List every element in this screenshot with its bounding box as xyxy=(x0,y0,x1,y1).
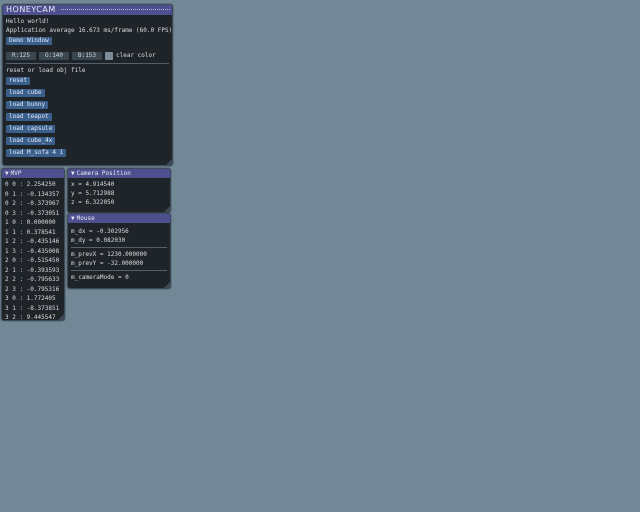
mvp-matrix-entry: 1 0 : 0.000000 xyxy=(5,219,56,226)
hello-text: Hello world! xyxy=(6,18,50,25)
camera-window-titlebar[interactable]: ▼ Camera Position xyxy=(68,169,170,178)
separator xyxy=(71,247,167,248)
camera-mode-value: m_cameraMode = 0 xyxy=(71,274,129,281)
resize-grip[interactable] xyxy=(58,314,64,320)
mvp-matrix-entry: 0 2 : -0.373967 xyxy=(5,200,60,207)
mvp-matrix-entry: 1 3 : -0.435008 xyxy=(5,247,60,255)
mouse-prevx-value: m_prevX = 1230.000000 xyxy=(71,251,147,258)
load-button[interactable]: load capsule xyxy=(6,125,56,133)
mvp-matrix-list: 0 0 : 2.254250 0 1 : -0.134357 0 2 : -0.37… xyxy=(2,180,64,321)
mouse-dy-value: m_dy = 0.082030 xyxy=(71,237,126,244)
mvp-window-titlebar[interactable]: ▼ MVP xyxy=(2,169,64,178)
mouse-dx-value: m_dx = -0.302956 xyxy=(71,228,129,235)
mvp-matrix-entry: 0 0 : 2.254250 xyxy=(5,181,56,188)
mvp-matrix-entry: 0 3 : -0.373051 xyxy=(5,209,60,217)
mvp-matrix-entry: 1 2 : -0.435146 xyxy=(5,238,60,245)
camera-x-value: x = 4.914540 xyxy=(71,181,115,188)
mvp-matrix-entry: 0 1 : -0.134357 xyxy=(5,190,60,198)
color-swatch[interactable] xyxy=(105,51,113,60)
mouse-window-titlebar[interactable]: ▼ Mouse xyxy=(68,214,170,223)
separator xyxy=(6,63,169,64)
mvp-matrix-entry: 2 1 : -0.393593 xyxy=(5,266,60,274)
mvp-matrix-entry: 2 2 : -0.795633 xyxy=(5,276,60,283)
mvp-matrix-entry: 3 2 : 9.445547 xyxy=(5,314,56,321)
load-button[interactable]: load teapot xyxy=(6,113,52,121)
reset-label: reset or load obj file xyxy=(6,67,86,74)
collapse-triangle-icon[interactable]: ▼ xyxy=(71,215,75,222)
load-button[interactable]: load bunny xyxy=(6,101,49,109)
mvp-matrix-entry: 2 3 : -0.795316 xyxy=(5,285,60,293)
mvp-matrix-entry: 1 1 : 0.378541 xyxy=(5,228,56,236)
demo-window-button[interactable]: Demo Window xyxy=(6,36,52,45)
clear-color-label: clear color xyxy=(116,52,156,59)
mvp-matrix-entry: 2 0 : -0.515450 xyxy=(5,257,60,264)
mvp-window-title: MVP xyxy=(10,170,22,177)
main-window-titlebar[interactable]: HONEYCAM xyxy=(3,5,172,15)
camera-y-value: y = 5.712988 xyxy=(71,190,115,197)
resize-grip[interactable] xyxy=(166,159,172,165)
perf-text: Application average 16.673 ms/frame (60.… xyxy=(6,27,173,34)
camera-window: ▼ Camera Position x = 4.914540 y = 5.7129… xyxy=(67,168,171,213)
resize-grip[interactable] xyxy=(164,282,170,288)
load-button-list: reset load cube load bunny load teapot load … xyxy=(3,75,172,159)
load-button[interactable]: load M_sofa 4 1 xyxy=(6,149,67,157)
mvp-matrix-entry: 3 1 : -8.373851 xyxy=(5,304,60,312)
resize-grip[interactable] xyxy=(164,206,170,212)
mouse-prevy-value: m_prevY = -32.000000 xyxy=(71,260,144,267)
mvp-matrix-entry: 3 0 : 1.772405 xyxy=(5,295,56,302)
load-button[interactable]: load cube_4x xyxy=(6,137,56,145)
main-window: HONEYCAM Hello world! Application averag… xyxy=(2,4,173,166)
collapse-triangle-icon[interactable]: ▼ xyxy=(71,170,75,177)
separator xyxy=(71,270,167,271)
mvp-window: ▼ MVP 0 0 : 2.254250 0 1 : -0.134357 0 2 : … xyxy=(1,168,65,321)
collapse-triangle-icon[interactable]: ▼ xyxy=(5,170,9,177)
title-divider xyxy=(61,9,170,10)
color-g-field[interactable]: G:140 xyxy=(39,51,69,60)
mouse-window-title: Mouse xyxy=(76,215,95,222)
mouse-window: ▼ Mouse m_dx = -0.302956 m_dy = 0.082030 … xyxy=(67,213,171,289)
color-b-field[interactable]: B:153 xyxy=(72,51,102,60)
camera-z-value: z = 6.322050 xyxy=(71,199,115,206)
clear-color-picker: R:125 G:140 B:153 clear color xyxy=(3,50,172,61)
load-button[interactable]: load cube xyxy=(6,89,45,97)
main-window-title: HONEYCAM xyxy=(6,5,56,14)
load-button[interactable]: reset xyxy=(6,77,31,85)
camera-window-title: Camera Position xyxy=(76,170,131,177)
color-r-field[interactable]: R:125 xyxy=(6,51,36,60)
